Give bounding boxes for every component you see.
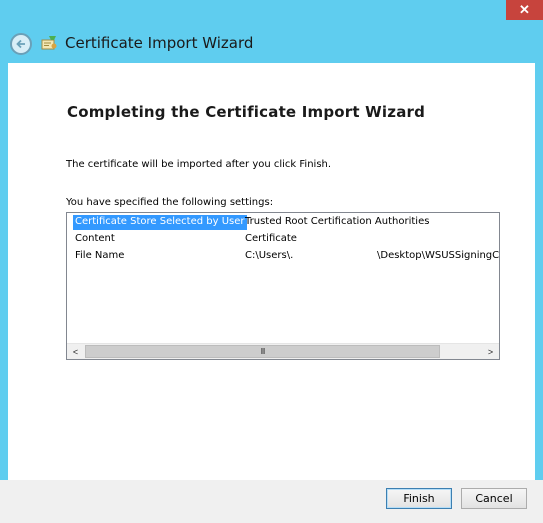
list-item[interactable]: Certificate Store Selected by User Trust…: [67, 213, 499, 230]
wizard-content: Completing the Certificate Import Wizard…: [8, 63, 535, 480]
setting-value: Certificate: [245, 233, 297, 244]
description-text: The certificate will be imported after y…: [66, 159, 332, 170]
settings-label: You have specified the following setting…: [66, 197, 274, 208]
window-title: Certificate Import Wizard: [65, 34, 254, 52]
cancel-button[interactable]: Cancel: [461, 488, 527, 509]
list-item[interactable]: File Name C:\Users\. \Desktop\WSUSSignin…: [67, 247, 499, 264]
list-item[interactable]: Content Certificate: [67, 230, 499, 247]
page-title: Completing the Certificate Import Wizard: [67, 103, 426, 121]
finish-button[interactable]: Finish: [386, 488, 452, 509]
setting-name[interactable]: Certificate Store Selected by User: [73, 215, 247, 230]
back-arrow-icon: [16, 39, 25, 49]
grip-icon: III: [260, 347, 266, 356]
scroll-thumb[interactable]: III: [85, 345, 440, 358]
chevron-left-icon: <: [72, 346, 79, 357]
setting-value: Trusted Root Certification Authorities: [245, 216, 430, 227]
scroll-right-button[interactable]: >: [482, 344, 499, 359]
close-icon: ✕: [519, 2, 530, 17]
certificate-wizard-icon: [41, 36, 57, 50]
scroll-left-button[interactable]: <: [67, 344, 84, 359]
setting-value-continued: \Desktop\WSUSSigningCe: [377, 250, 500, 261]
setting-name[interactable]: File Name: [73, 249, 126, 264]
chevron-right-icon: >: [487, 346, 494, 357]
wizard-window: ✕ Certificate Import Wizard Completing t…: [0, 0, 543, 523]
setting-value: C:\Users\.: [245, 250, 294, 261]
back-button[interactable]: [10, 33, 32, 55]
settings-list[interactable]: Certificate Store Selected by User Trust…: [66, 212, 500, 360]
title-bar: Certificate Import Wizard: [0, 26, 543, 62]
button-bar: Finish Cancel: [0, 480, 543, 523]
setting-name[interactable]: Content: [73, 232, 117, 247]
horizontal-scrollbar[interactable]: < III >: [67, 343, 499, 359]
close-button[interactable]: ✕: [506, 0, 543, 20]
